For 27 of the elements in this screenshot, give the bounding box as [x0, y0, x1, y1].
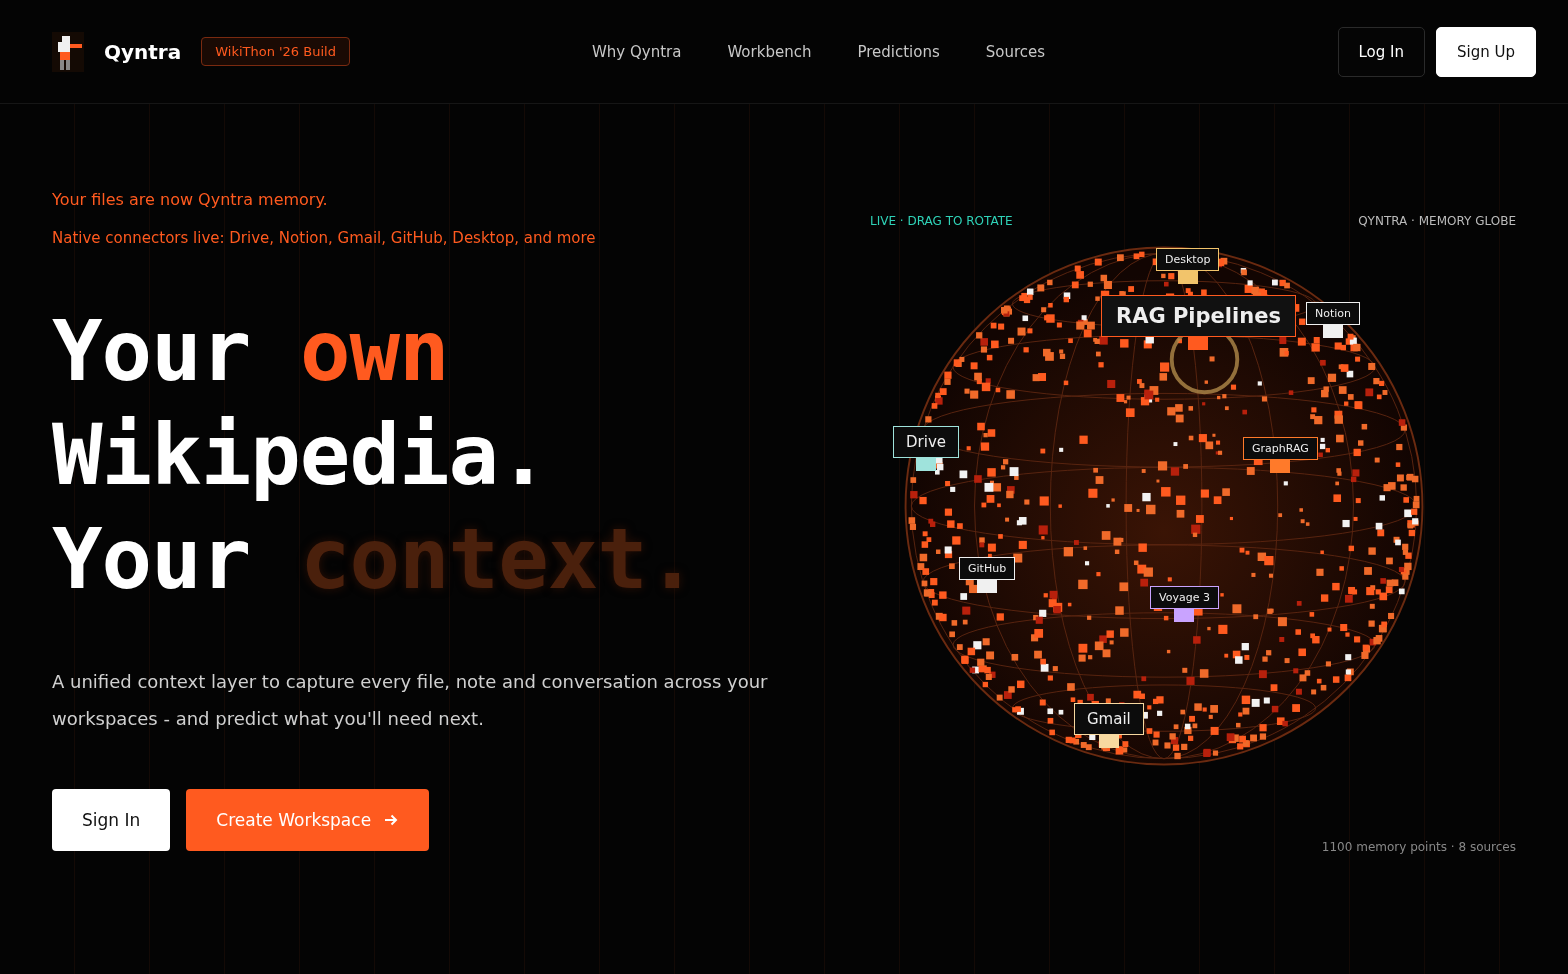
- nav-link[interactable]: Sources: [985, 42, 1046, 61]
- headline: Your own Wikipedia. Your context.: [52, 301, 698, 610]
- globe-status: LIVE · DRAG TO ROTATE: [870, 214, 1013, 228]
- node-label[interactable]: Voyage 3: [1150, 586, 1219, 609]
- nav-link[interactable]: Predictions: [857, 42, 940, 61]
- description-text: A unified context layer to capture every file, note and conversation across your workspaces - and predict what you'll need next.: [52, 670, 769, 731]
- sign-up-button[interactable]: Sign Up: [1436, 26, 1536, 77]
- eyebrow-text: Your files are now Qyntra memory.: [52, 190, 329, 209]
- globe-caption: 1100 memory points · 8 sources: [1320, 840, 1516, 854]
- node-label[interactable]: GitHub: [959, 557, 1016, 580]
- node-label[interactable]: Drive: [893, 426, 959, 458]
- node-label[interactable]: Desktop: [1156, 248, 1220, 271]
- build-badge: WikiThon '26 Build: [201, 37, 350, 66]
- nav-link[interactable]: Why Qyntra: [592, 42, 682, 61]
- pixel-character-logo: [52, 31, 84, 72]
- globe-title: QYNTRA · MEMORY GLOBE: [1358, 214, 1516, 228]
- brand-name[interactable]: Qyntra: [104, 39, 182, 64]
- connectors-text: Native connectors live: Drive, Notion, Gmail, GitHub, Desktop, and more: [52, 229, 597, 247]
- node-label[interactable]: Notion: [1306, 302, 1361, 325]
- sign-in-button[interactable]: Sign In: [52, 789, 171, 851]
- memory-globe-drawing[interactable]: [904, 246, 1424, 766]
- log-in-button[interactable]: Log In: [1337, 26, 1425, 77]
- node-label[interactable]: RAG Pipelines: [1101, 295, 1296, 337]
- node-label[interactable]: Gmail: [1074, 703, 1144, 735]
- node-label[interactable]: GraphRAG: [1243, 437, 1318, 460]
- arrow-right-icon: [383, 812, 400, 828]
- nav-link[interactable]: Workbench: [727, 42, 812, 61]
